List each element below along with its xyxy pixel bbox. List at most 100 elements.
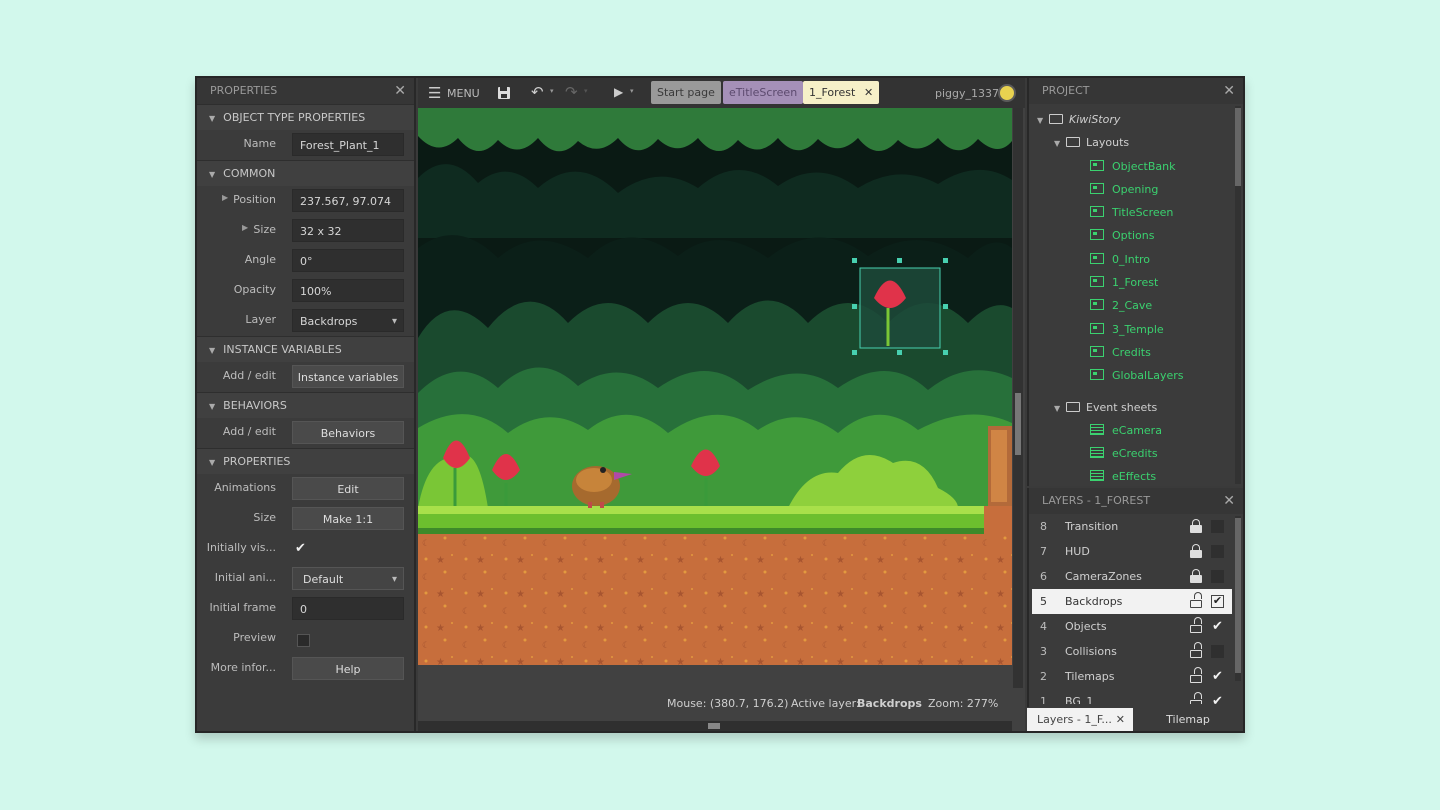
save-icon[interactable] [497,86,511,100]
tab-1-forest[interactable]: 1_Forest ✕ [803,81,880,104]
tree-root[interactable]: ▼ KiwiStory [1029,108,1235,131]
play-icon[interactable]: ▶ [614,85,623,99]
expand-triangle-icon[interactable]: ▼ [1054,397,1066,420]
layer-row[interactable]: 3 Collisions [1032,639,1232,664]
visibility-checkbox[interactable]: ✔ [1211,670,1224,683]
lock-icon[interactable] [1190,519,1202,533]
scrollbar-thumb[interactable] [708,723,720,729]
tree-item-layout[interactable]: Credits [1029,341,1235,364]
expand-arrow-icon[interactable]: ▶ [222,193,228,202]
tree-item-layout[interactable]: 1_Forest [1029,271,1235,294]
expand-triangle-icon[interactable]: ▼ [1037,109,1049,132]
edit-animations-button[interactable]: Edit [292,477,404,500]
section-instance-variables[interactable]: ▼ INSTANCE VARIABLES [197,336,414,362]
visibility-checkbox[interactable] [1211,645,1224,658]
layout-view[interactable]: ★ ☾ [418,108,1025,731]
unlock-icon[interactable] [1190,592,1202,608]
play-dropdown-icon[interactable]: ▾ [630,87,634,95]
undo-dropdown-icon[interactable]: ▾ [550,87,554,95]
instance-variables-button[interactable]: Instance variables [292,365,404,388]
layer-row[interactable]: 8 Transition [1032,514,1232,539]
help-button[interactable]: Help [292,657,404,680]
active-layer-label: Active layer: [791,697,860,710]
scrollbar-thumb[interactable] [1015,393,1021,455]
menu-icon[interactable]: ☰ [428,84,441,102]
make-1-1-button[interactable]: Make 1:1 [292,507,404,530]
scrollbar-thumb[interactable] [1235,518,1241,673]
unlock-icon[interactable] [1190,617,1202,633]
section-object-type[interactable]: ▼ OBJECT TYPE PROPERTIES [197,104,414,130]
tab-etitlescreen[interactable]: eTitleScreen [723,81,804,104]
tree-item-event-sheet[interactable]: eEffects [1029,465,1235,488]
layer-row[interactable]: 2 Tilemaps ✔ [1032,664,1232,689]
layer-row[interactable]: 1 BG_1 ✔ [1032,689,1232,704]
close-icon[interactable]: ✕ [394,78,406,104]
menu-button[interactable]: MENU [447,87,480,100]
expand-arrow-icon[interactable]: ▶ [242,223,248,232]
behaviors-button[interactable]: Behaviors [292,421,404,444]
layer-row[interactable]: 4 Objects ✔ [1032,614,1232,639]
position-field[interactable]: 237.567, 97.074 [292,189,404,212]
expand-triangle-icon[interactable]: ▼ [1054,132,1066,155]
tree-item-layout[interactable]: 0_Intro [1029,248,1235,271]
initial-animation-select[interactable]: Default [292,567,404,591]
lock-icon[interactable] [1190,569,1202,583]
angle-field[interactable]: 0° [292,249,404,272]
avatar[interactable] [998,84,1016,102]
undo-icon[interactable]: ↶ [531,83,544,101]
tab-start-page[interactable]: Start page [651,81,721,104]
tree-item-layout[interactable]: GlobalLayers [1029,364,1235,387]
layer-row[interactable]: 7 HUD [1032,539,1232,564]
layer-select[interactable]: Backdrops [292,309,404,333]
section-common[interactable]: ▼ COMMON [197,160,414,186]
close-tab-icon[interactable]: ✕ [864,81,873,104]
tree-item-layout[interactable]: 2_Cave [1029,294,1235,317]
selected-flower[interactable] [852,258,948,355]
layer-list: 8 Transition 7 HUD 6 CameraZones 5 Backdrops ✔ 4 O… [1029,514,1243,704]
scrollbar-thumb[interactable] [1235,108,1241,186]
tree-item-event-sheet[interactable]: eCamera [1029,419,1235,442]
layouts-folder[interactable]: ▼ Layouts [1029,131,1235,154]
unlock-icon[interactable] [1190,642,1202,658]
layer-row[interactable]: 5 Backdrops ✔ [1032,589,1232,614]
vertical-scrollbar[interactable] [1013,108,1023,688]
initially-visible-checkbox[interactable]: ✔ [295,541,306,556]
tree-item-event-sheet[interactable]: eCredits [1029,442,1235,465]
username[interactable]: piggy_1337 [935,87,999,100]
game-scene-canvas[interactable]: ★ ☾ [418,108,1012,665]
section-properties[interactable]: ▼ PROPERTIES [197,448,414,474]
preview-checkbox[interactable] [297,634,310,647]
redo-icon[interactable]: ↷ [565,83,578,101]
close-icon[interactable]: ✕ [1223,488,1235,514]
tab-label: Layers - 1_F... [1037,713,1112,726]
section-behaviors[interactable]: ▼ BEHAVIORS [197,392,414,418]
visibility-checkbox[interactable] [1211,570,1224,583]
layers-scrollbar[interactable] [1235,516,1241,681]
visibility-checkbox[interactable]: ✔ [1211,595,1224,608]
unlock-icon[interactable] [1190,692,1202,704]
project-scrollbar[interactable] [1235,106,1241,484]
tree-item-layout[interactable]: Opening [1029,178,1235,201]
lock-icon[interactable] [1190,544,1202,558]
redo-dropdown-icon[interactable]: ▾ [584,87,588,95]
tab-tilemap[interactable]: Tilemap [1133,708,1243,731]
layer-row[interactable]: 6 CameraZones [1032,564,1232,589]
visibility-checkbox[interactable] [1211,520,1224,533]
name-field[interactable]: Forest_Plant_1 [292,133,404,156]
visibility-checkbox[interactable]: ✔ [1211,620,1224,633]
tree-item-layout[interactable]: 3_Temple [1029,318,1235,341]
opacity-field[interactable]: 100% [292,279,404,302]
close-tab-icon[interactable]: ✕ [1116,708,1125,731]
size-field[interactable]: 32 x 32 [292,219,404,242]
close-icon[interactable]: ✕ [1223,78,1235,104]
event-sheets-folder[interactable]: ▼ Event sheets [1029,396,1235,419]
tab-layers[interactable]: Layers - 1_F... ✕ [1027,708,1133,731]
initial-frame-field[interactable]: 0 [292,597,404,620]
tree-item-layout[interactable]: ObjectBank [1029,155,1235,178]
tree-item-layout[interactable]: TitleScreen [1029,201,1235,224]
horizontal-scrollbar[interactable] [418,721,1012,731]
visibility-checkbox[interactable] [1211,545,1224,558]
tree-item-layout[interactable]: Options [1029,224,1235,247]
visibility-checkbox[interactable]: ✔ [1211,695,1224,704]
unlock-icon[interactable] [1190,667,1202,683]
